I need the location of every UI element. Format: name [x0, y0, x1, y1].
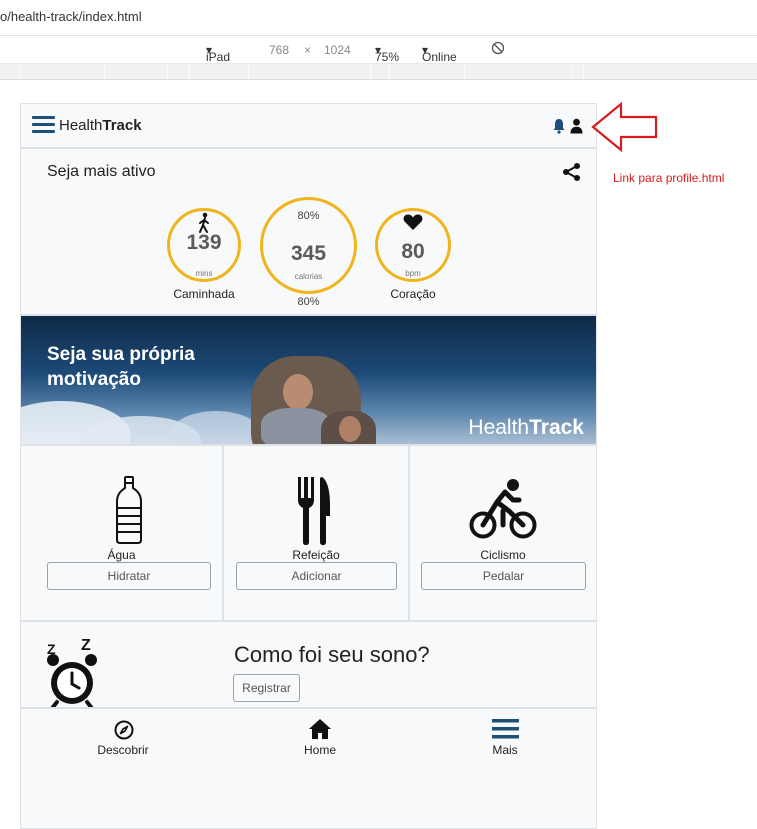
banner-brand-light: Health — [468, 416, 530, 439]
walking-icon — [199, 212, 209, 233]
brand-logo: HealthTrack — [59, 117, 142, 134]
nav-home-label: Home — [303, 743, 336, 757]
user-icon[interactable] — [570, 118, 583, 134]
banner-text: Seja sua própria motivação — [47, 344, 195, 390]
bicycle-icon — [469, 479, 537, 539]
annotation-arrow — [591, 102, 658, 152]
home-icon — [309, 719, 331, 739]
nav-more-label: Mais — [492, 743, 518, 757]
walk-value: 139 — [186, 231, 222, 254]
url-text[interactable]: o/health-track/index.html — [0, 9, 142, 24]
sleep-question: Como foi seu sono? — [234, 642, 430, 667]
hydrate-button[interactable]: Hidratar — [47, 562, 211, 590]
calories-ring: 80% 345 calorias — [260, 197, 357, 294]
network-select[interactable]: Online ▾ — [422, 43, 457, 64]
pedal-button[interactable]: Pedalar — [421, 562, 586, 590]
nav-discover-label: Descobrir — [97, 743, 149, 757]
water-bottle-icon — [116, 476, 142, 544]
zoom-select[interactable]: 75% ▾ — [375, 43, 399, 64]
hamburger-menu-icon — [492, 719, 519, 739]
heart-value: 80 — [401, 240, 425, 263]
tile-meal: Refeição Adicionar — [224, 446, 408, 620]
annotation-text: Link para profile.html — [613, 171, 725, 185]
network-select-value: Online — [422, 50, 457, 64]
activity-title: Seja mais ativo — [47, 163, 156, 180]
device-toolbar: iPad ▾ 768 × 1024 75% ▾ Online ▾ — [0, 36, 757, 64]
address-bar[interactable]: o/health-track/index.html — [0, 0, 757, 36]
header-divider — [21, 147, 596, 149]
device-select[interactable]: iPad ▾ — [206, 43, 230, 64]
tile-meal-label: Refeição — [292, 548, 340, 562]
zz-text: Z — [81, 637, 91, 654]
share-icon[interactable] — [562, 162, 582, 182]
rotate-icon[interactable] — [491, 41, 505, 58]
health-track-app: HealthTrack Seja mais ativo 139 mins Cam… — [20, 103, 597, 829]
sleep-divider — [21, 707, 596, 709]
register-sleep-button[interactable]: Registrar — [233, 674, 300, 702]
calories-percent-bottom: 80% — [297, 296, 320, 308]
motivation-banner[interactable]: Seja sua própria motivação HealthTrack — [21, 316, 596, 444]
viewport-width[interactable]: 768 — [269, 43, 289, 57]
app-header: HealthTrack — [21, 104, 596, 147]
viewport-height[interactable]: 1024 — [324, 43, 351, 57]
banner-brand: HealthTrack — [468, 416, 584, 440]
device-select-value: iPad — [206, 50, 231, 64]
calories-value: 345 — [290, 242, 327, 265]
brand-bold: Track — [102, 117, 142, 134]
walk-label: Caminhada — [173, 287, 235, 301]
heart-unit: bpm — [405, 269, 421, 278]
tile-cycling-label: Ciclismo — [480, 548, 526, 562]
add-meal-button[interactable]: Adicionar — [236, 562, 397, 590]
fork-knife-icon — [298, 477, 330, 545]
walk-unit: mins — [195, 269, 213, 278]
heart-icon — [403, 214, 423, 230]
calories-unit: calorias — [294, 272, 323, 281]
tiles-divider — [21, 620, 596, 622]
calories-percent-top: 80% — [297, 210, 320, 222]
media-query-ruler — [0, 64, 757, 80]
heart-label: Coração — [390, 287, 436, 301]
tile-water: Água Hidratar — [21, 446, 222, 620]
alarm-clock-icon: Z Z — [47, 637, 97, 708]
compass-icon — [114, 720, 134, 740]
zoom-select-value: 75% — [375, 50, 400, 64]
bell-icon[interactable] — [552, 118, 566, 134]
hamburger-menu-icon[interactable] — [32, 116, 55, 134]
banner-brand-bold: Track — [529, 416, 584, 439]
tile-water-label: Água — [107, 548, 136, 562]
brand-light: Health — [59, 117, 103, 134]
tile-cycling: Ciclismo Pedalar — [410, 446, 596, 620]
dimension-times: × — [304, 43, 312, 57]
